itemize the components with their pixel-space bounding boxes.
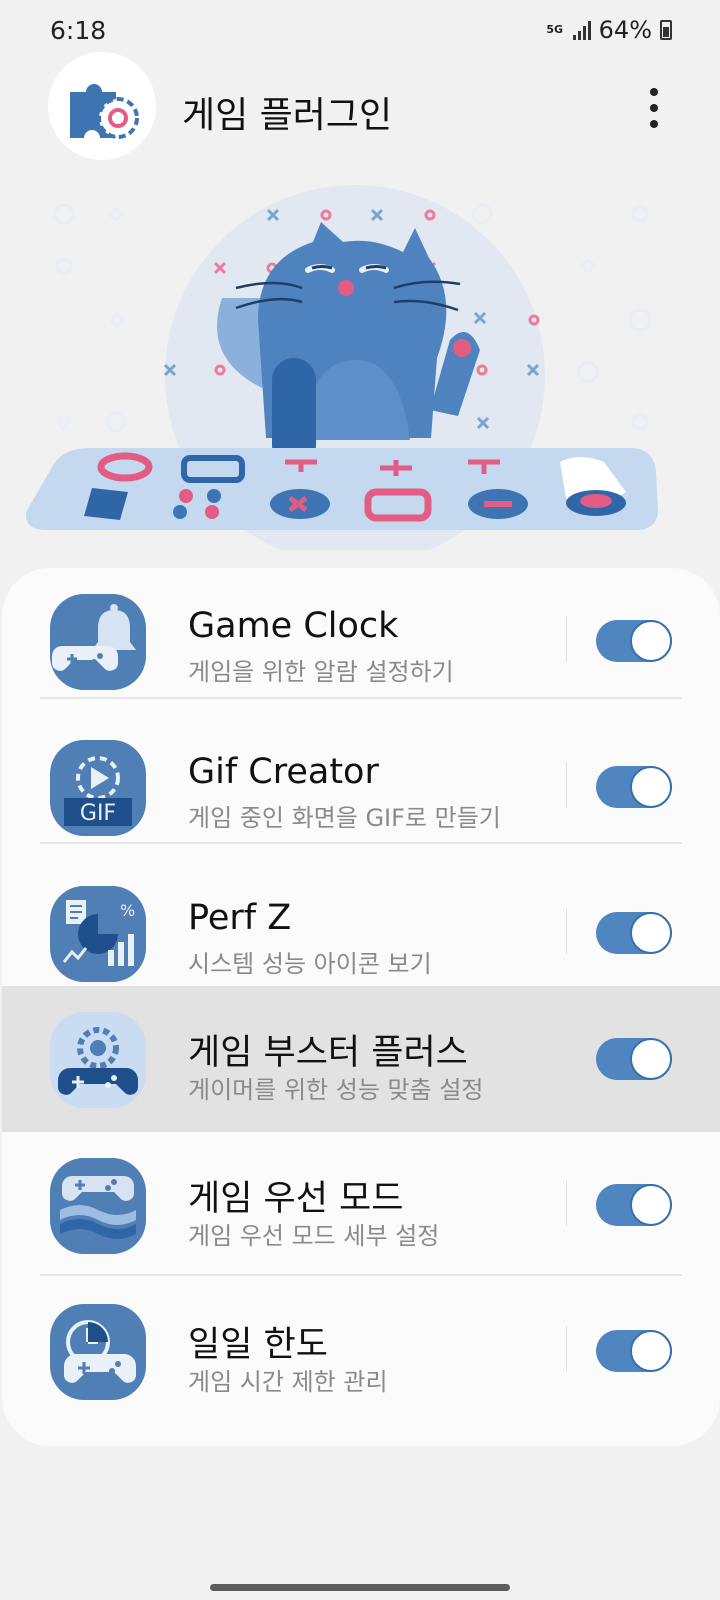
divider	[40, 1274, 682, 1276]
perf-z-icon: %	[48, 884, 148, 984]
plugin-description: 게임 시간 제한 관리	[188, 1368, 388, 1396]
divider	[566, 616, 567, 662]
plugin-name: Gif Creator	[188, 752, 379, 792]
plugin-row-daily-limit[interactable]: 일일 한도 게임 시간 제한 관리	[2, 1278, 720, 1424]
toggle-switch[interactable]	[596, 766, 672, 808]
plugin-description: 시스템 성능 아이콘 보기	[188, 950, 432, 978]
plugin-name: Perf Z	[188, 898, 292, 938]
app-header: 게임 플러그인	[0, 50, 720, 165]
more-vert-icon	[650, 88, 658, 96]
gif-creator-icon: GIF	[48, 738, 148, 838]
plugin-name: Game Clock	[188, 606, 399, 646]
toggle-switch[interactable]	[596, 1038, 672, 1080]
game-plugins-logo-icon	[48, 52, 156, 160]
more-options-button[interactable]	[644, 88, 664, 128]
plugin-name: 게임 부스터 플러스	[188, 1033, 468, 1073]
plugin-name: 게임 우선 모드	[188, 1179, 404, 1219]
network-5g-icon: 5G	[546, 23, 563, 36]
game-clock-icon	[48, 592, 148, 692]
battery-percent: 64%	[598, 16, 652, 44]
status-time: 6:18	[50, 16, 107, 45]
divider	[566, 1180, 567, 1226]
divider	[566, 1326, 567, 1372]
plugin-row-perf-z[interactable]: % Perf Z 시스템 성능 아이콘 보기	[2, 860, 720, 1006]
divider	[40, 842, 682, 844]
page-title: 게임 플러그인	[182, 95, 393, 136]
plugin-row-game-booster-plus[interactable]: 게임 부스터 플러스 게이머를 위한 성능 맞춤 설정	[2, 986, 720, 1132]
daily-limit-icon	[48, 1302, 148, 1402]
game-booster-plus-icon	[48, 1010, 148, 1110]
gif-icon-label: GIF	[80, 801, 116, 826]
percent-icon-label: %	[120, 901, 135, 920]
plugin-row-gif-creator[interactable]: GIF Gif Creator 게임 중인 화면을 GIF로 만들기	[2, 714, 720, 860]
plugin-description: 게이머를 위한 성능 맞춤 설정	[188, 1076, 484, 1104]
plugin-description: 게임 우선 모드 세부 설정	[188, 1222, 440, 1250]
plugin-row-game-clock[interactable]: Game Clock 게임을 위한 알람 설정하기	[2, 568, 720, 714]
divider	[566, 908, 567, 954]
gesture-nav-handle[interactable]	[210, 1584, 510, 1591]
toggle-switch[interactable]	[596, 1330, 672, 1372]
divider	[40, 697, 682, 699]
toggle-switch[interactable]	[596, 620, 672, 662]
game-priority-mode-icon	[48, 1156, 148, 1256]
plugin-description: 게임 중인 화면을 GIF로 만들기	[188, 804, 501, 832]
toggle-switch[interactable]	[596, 912, 672, 954]
plugin-list: Game Clock 게임을 위한 알람 설정하기 GIF Gif Creato…	[2, 568, 720, 1446]
signal-icon	[572, 20, 591, 40]
plugin-description: 게임을 위한 알람 설정하기	[188, 658, 454, 686]
hero-illustration	[0, 180, 720, 565]
plugin-name: 일일 한도	[188, 1325, 328, 1365]
battery-icon	[660, 20, 672, 40]
toggle-switch[interactable]	[596, 1184, 672, 1226]
divider	[566, 762, 567, 808]
plugin-row-game-priority-mode[interactable]: 게임 우선 모드 게임 우선 모드 세부 설정	[2, 1132, 720, 1278]
status-icons: 5G 64%	[545, 16, 672, 44]
